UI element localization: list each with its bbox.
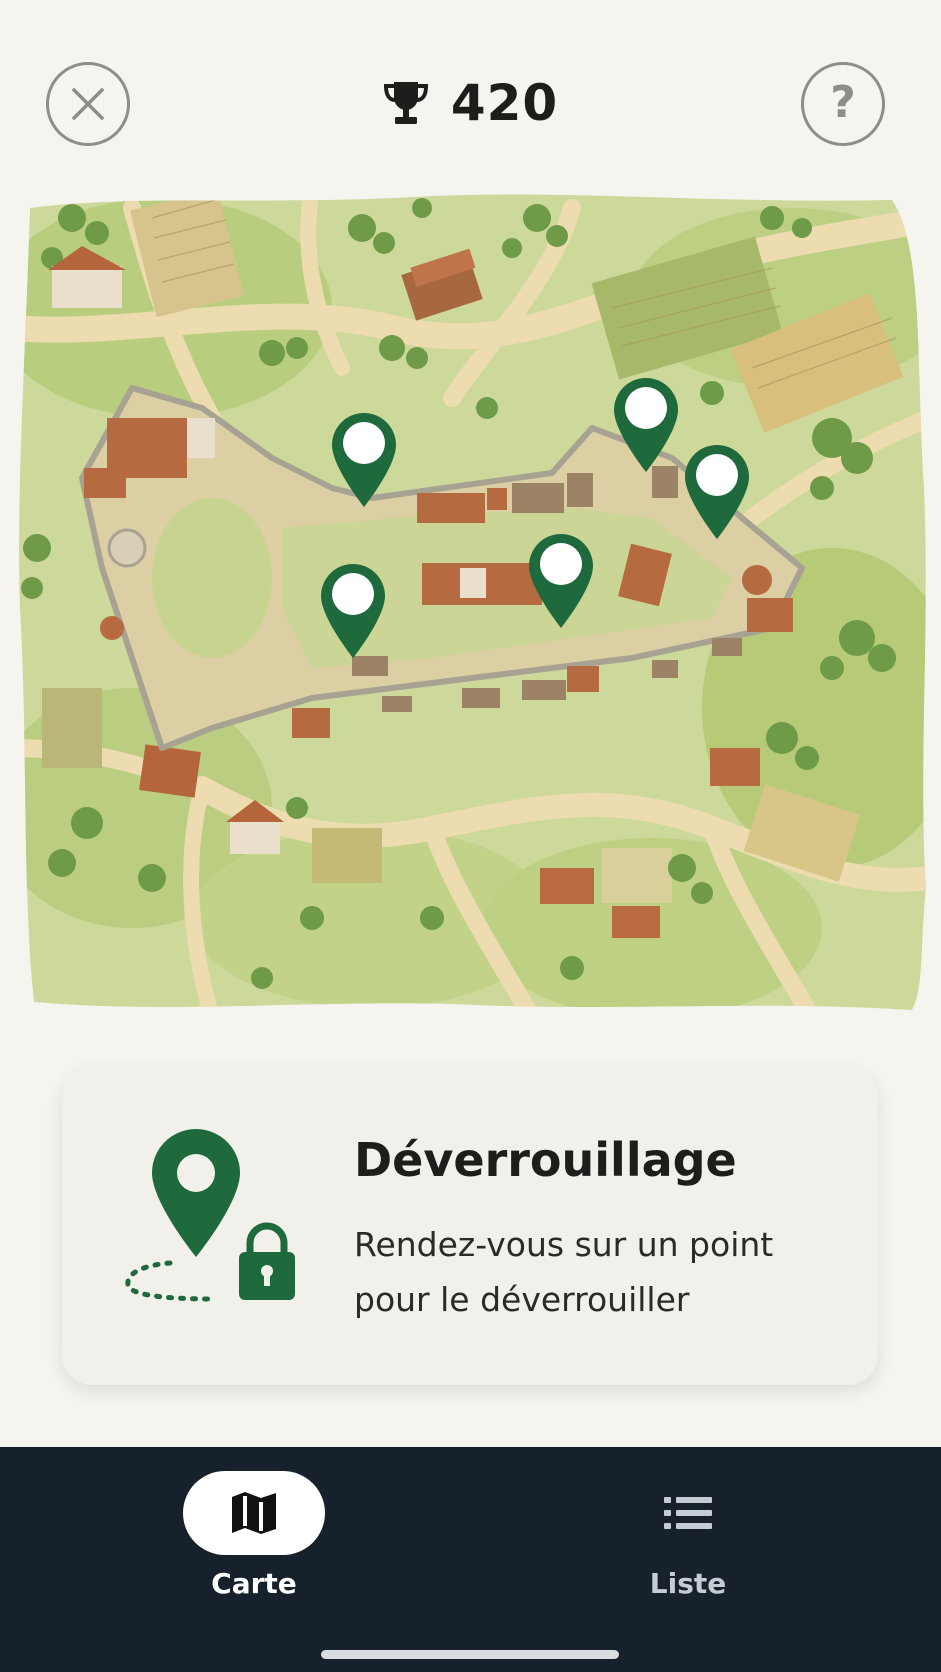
tab-liste[interactable]: Liste — [588, 1471, 788, 1600]
trophy-icon — [383, 82, 428, 124]
map-pin-3[interactable] — [681, 441, 753, 541]
map-pin-4[interactable] — [525, 530, 597, 630]
tab-liste-label: Liste — [649, 1567, 727, 1600]
card-title: Déverrouillage — [354, 1133, 737, 1187]
help-icon: ? — [830, 77, 856, 128]
map-pin-5[interactable] — [317, 560, 389, 660]
tab-carte-indicator — [183, 1471, 325, 1555]
score-value: 420 — [450, 74, 559, 132]
tab-carte[interactable]: Carte — [154, 1471, 354, 1600]
home-indicator — [321, 1650, 619, 1659]
list-icon — [664, 1497, 712, 1529]
map-pin-2[interactable] — [610, 374, 682, 474]
unlock-info-card: Déverrouillage Rendez-vous sur un point … — [62, 1067, 878, 1385]
score-display: 420 — [0, 74, 941, 132]
help-button[interactable]: ? — [801, 62, 885, 146]
tab-carte-label: Carte — [211, 1567, 297, 1600]
map-pin-1[interactable] — [328, 409, 400, 509]
village-map[interactable] — [12, 188, 930, 1018]
map-illustration — [19, 194, 927, 1011]
location-pin-lock-icon — [125, 1129, 295, 1302]
map-icon — [232, 1492, 276, 1534]
bottom-navigation: Carte Liste — [0, 1447, 941, 1672]
card-description: Rendez-vous sur un point pour le déverro… — [354, 1225, 774, 1319]
